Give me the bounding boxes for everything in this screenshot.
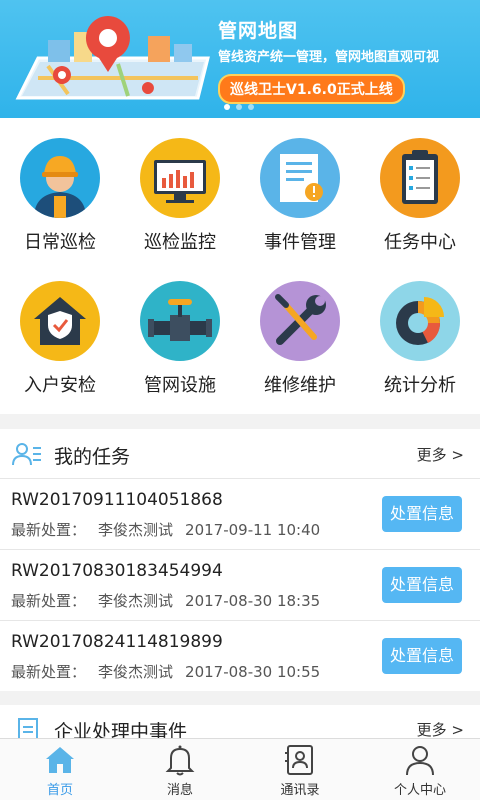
grid-item-label: 事件管理: [264, 232, 336, 253]
task-row[interactable]: RW20170824114819899 最新处置： 李俊杰测试 2017-08-30…: [0, 621, 480, 692]
carousel-dots: [224, 104, 254, 110]
nav-label: 首页: [46, 783, 73, 798]
task-time: 2017-08-30 18:35: [185, 592, 321, 610]
task-time: 2017-08-30 10:55: [185, 663, 321, 681]
house-shield-icon: [20, 281, 100, 361]
pipe-valve-icon: [140, 281, 220, 361]
user-icon: [406, 746, 434, 776]
map-illustration-icon: [15, 16, 210, 100]
app-root: 管网地图 管线资产统一管理，管网地图直观可视 巡线卫士V1.6.0正式上线 日常…: [0, 0, 480, 800]
task-id: RW20170824114819899: [11, 632, 223, 652]
bell-icon: [165, 745, 195, 776]
section-header: 我的任务 更多 >: [0, 429, 480, 479]
task-latest-label: 最新处置：: [11, 592, 87, 610]
task-row[interactable]: RW20170830183454994 最新处置： 李俊杰测试 2017-08-30…: [0, 550, 480, 621]
feature-grid: 日常巡检 巡检监控 事件管理 任务中心 入户安检 管网设施 维修维护 统计分析: [0, 118, 480, 414]
grid-item-label: 巡检监控: [144, 232, 216, 253]
grid-item-statistics[interactable]: 统计分析: [360, 261, 480, 401]
grid-item-label: 管网设施: [144, 375, 216, 396]
monitor-chart-icon: [140, 138, 220, 218]
grid-item-label: 任务中心: [384, 232, 456, 253]
section-title: 我的任务: [54, 446, 131, 468]
carousel-dot[interactable]: [224, 104, 230, 110]
banner-title: 管网地图: [218, 20, 299, 42]
task-latest-label: 最新处置：: [11, 521, 87, 539]
nav-item-profile[interactable]: 个人中心: [360, 739, 480, 800]
task-time: 2017-09-11 10:40: [185, 521, 321, 539]
banner-subtitle: 管线资产统一管理，管网地图直观可视: [218, 50, 440, 65]
task-latest: 最新处置： 李俊杰测试 2017-08-30 18:35: [11, 590, 332, 611]
carousel-dot[interactable]: [248, 104, 254, 110]
my-tasks-section: 我的任务 更多 > RW20170911104051868 最新处置： 李俊杰测试…: [0, 429, 480, 691]
grid-item-maintenance[interactable]: 维修维护: [240, 261, 360, 401]
carousel-dot[interactable]: [236, 104, 242, 110]
banner-badge: 巡线卫士V1.6.0正式上线: [218, 74, 405, 104]
task-latest-label: 最新处置：: [11, 663, 87, 681]
grid-item-event-management[interactable]: 事件管理: [240, 118, 360, 258]
grid-item-inspection-monitor[interactable]: 巡检监控: [120, 118, 240, 258]
nav-item-messages[interactable]: 消息: [120, 739, 240, 800]
grid-item-daily-inspection[interactable]: 日常巡检: [0, 118, 120, 258]
home-icon: [46, 747, 74, 773]
grid-item-label: 日常巡检: [24, 232, 96, 253]
bottom-nav: 首页 消息 通讯录 个人中心: [0, 738, 480, 800]
task-id: RW20170830183454994: [11, 561, 223, 581]
worker-icon: [20, 138, 100, 218]
more-link[interactable]: 更多 >: [417, 444, 464, 465]
document-alert-icon: [260, 138, 340, 218]
handle-info-button[interactable]: 处置信息: [382, 496, 462, 532]
grid-item-label: 入户安检: [24, 375, 96, 396]
grid-item-home-safety-check[interactable]: 入户安检: [0, 261, 120, 401]
nav-item-home[interactable]: 首页: [0, 739, 120, 800]
task-row[interactable]: RW20170911104051868 最新处置： 李俊杰测试 2017-09-11…: [0, 479, 480, 550]
grid-item-pipe-facilities[interactable]: 管网设施: [120, 261, 240, 401]
grid-item-label: 统计分析: [384, 375, 456, 396]
clipboard-icon: [380, 138, 460, 218]
task-id: RW20170911104051868: [11, 490, 223, 510]
nav-label: 消息: [166, 783, 193, 798]
more-link[interactable]: 更多 >: [417, 719, 464, 740]
wrench-screwdriver-icon: [260, 281, 340, 361]
nav-label: 通讯录: [280, 783, 320, 798]
task-person: 李俊杰测试: [98, 663, 174, 681]
donut-chart-icon: [380, 281, 460, 361]
task-person: 李俊杰测试: [98, 592, 174, 610]
nav-label: 个人中心: [393, 783, 446, 798]
banner-carousel[interactable]: 管网地图 管线资产统一管理，管网地图直观可视 巡线卫士V1.6.0正式上线: [0, 0, 480, 118]
task-latest: 最新处置： 李俊杰测试 2017-08-30 10:55: [11, 661, 332, 682]
handle-info-button[interactable]: 处置信息: [382, 567, 462, 603]
grid-item-label: 维修维护: [264, 375, 336, 396]
task-latest: 最新处置： 李俊杰测试 2017-09-11 10:40: [11, 519, 332, 540]
user-list-icon: [12, 443, 41, 466]
nav-item-contacts[interactable]: 通讯录: [240, 739, 360, 800]
grid-item-task-center[interactable]: 任务中心: [360, 118, 480, 258]
contacts-icon: [285, 745, 313, 775]
task-person: 李俊杰测试: [98, 521, 174, 539]
handle-info-button[interactable]: 处置信息: [382, 638, 462, 674]
